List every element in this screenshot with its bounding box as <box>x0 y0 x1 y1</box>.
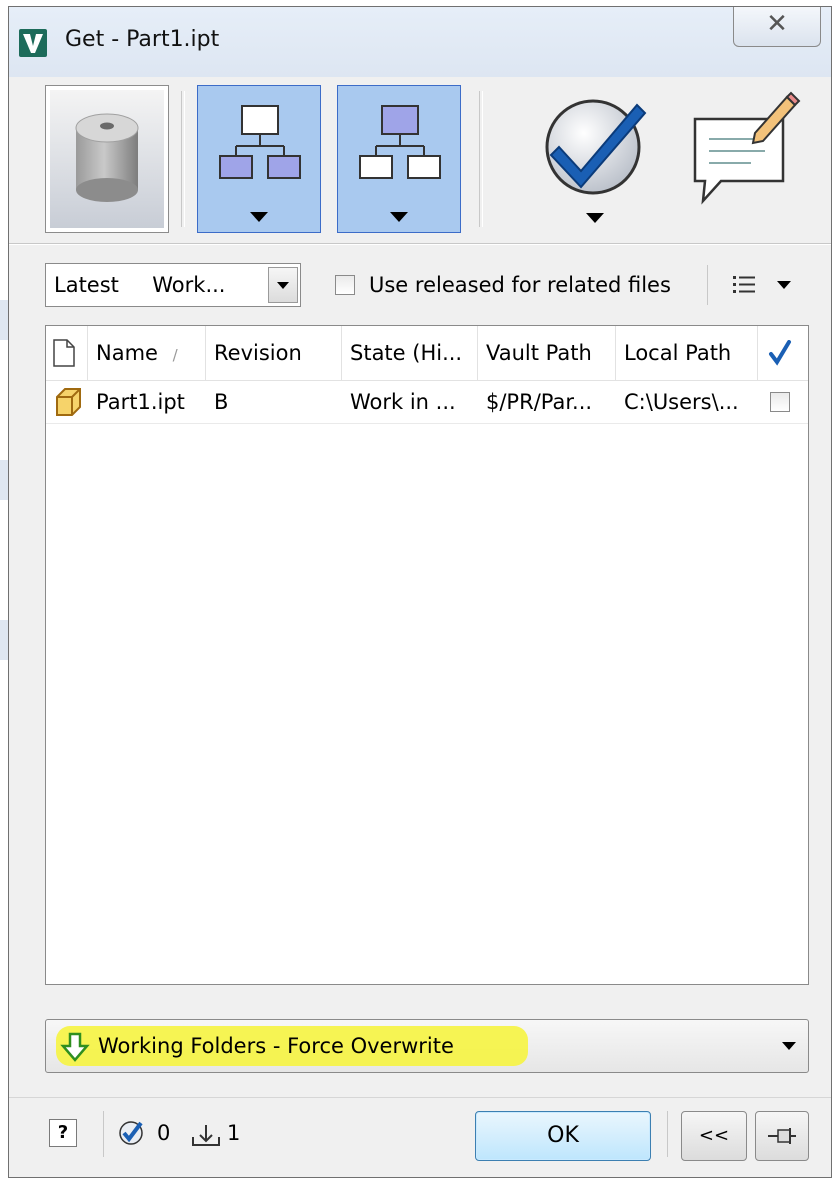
file-grid[interactable]: Name / Revision State (Hi... Vault Path … <box>45 325 809 985</box>
row-local-path: C:\Users\... <box>624 390 739 414</box>
get-action-label: Working Folders - Force Overwrite <box>98 1034 454 1058</box>
download-count-icon <box>192 1125 220 1146</box>
row-name: Part1.ipt <box>96 390 185 414</box>
column-name-label: Name <box>96 341 158 365</box>
include-children-button[interactable] <box>197 85 321 233</box>
pin-button[interactable] <box>755 1111 809 1161</box>
version-dropdown-value: Latest Work... <box>54 273 226 297</box>
footer-divider <box>9 1097 831 1098</box>
title-bar: Get - Part1.ipt ✕ <box>9 7 831 77</box>
row-icon-cell <box>46 381 88 423</box>
grid-header: Name / Revision State (Hi... Vault Path … <box>46 326 808 381</box>
column-revision[interactable]: Revision <box>206 326 342 380</box>
column-name[interactable]: Name / <box>88 326 206 380</box>
row-state: Work in ... <box>350 390 456 414</box>
file-icon <box>53 339 75 367</box>
get-action-dropdown[interactable]: Working Folders - Force Overwrite <box>45 1019 809 1073</box>
row-checkbox[interactable] <box>770 392 790 412</box>
column-checked[interactable] <box>758 326 808 380</box>
download-arrow-icon <box>60 1032 90 1062</box>
checked-count-icon <box>119 1121 143 1145</box>
chevron-down-icon <box>390 212 408 222</box>
window-title: Get - Part1.ipt <box>65 27 220 52</box>
version-dropdown-button[interactable] <box>268 267 298 303</box>
part-icon <box>56 388 81 416</box>
part-thumbnail[interactable] <box>45 85 169 233</box>
column-file-icon[interactable] <box>46 326 88 380</box>
row-vault-path: $/PR/Par... <box>486 390 593 414</box>
toolbar-divider <box>9 243 831 245</box>
version-dropdown[interactable]: Latest Work... <box>45 263 301 307</box>
checked-count: 0 <box>157 1121 171 1145</box>
view-options-button[interactable] <box>727 269 801 301</box>
toolbar-separator <box>479 91 483 227</box>
check-options-button[interactable] <box>533 85 657 233</box>
footer-separator <box>103 1111 104 1157</box>
column-state[interactable]: State (Hi... <box>342 326 478 380</box>
chevron-down-icon <box>586 213 604 223</box>
download-count: 1 <box>227 1121 241 1145</box>
ok-button[interactable]: OK <box>475 1111 651 1161</box>
options-separator <box>707 265 708 305</box>
include-parents-icon <box>359 105 441 179</box>
row-revision: B <box>214 390 229 414</box>
toolbar-separator <box>181 91 185 227</box>
vault-app-icon <box>19 29 47 57</box>
cylinder-part-icon <box>50 90 164 228</box>
list-options-icon <box>733 276 791 293</box>
chevron-down-icon <box>782 1042 796 1050</box>
close-button[interactable]: ✕ <box>733 7 821 47</box>
include-parents-button[interactable] <box>337 85 461 233</box>
include-children-icon <box>219 105 301 179</box>
comment-icon <box>693 91 801 205</box>
footer-separator <box>667 1111 668 1157</box>
chevron-down-icon <box>277 282 289 289</box>
toolbar <box>9 77 831 245</box>
comment-button[interactable] <box>681 85 805 233</box>
help-button[interactable]: ? <box>49 1119 77 1147</box>
use-released-checkbox[interactable] <box>335 275 355 295</box>
close-icon: ✕ <box>766 9 788 39</box>
check-icon <box>545 99 647 195</box>
collapse-button[interactable]: << <box>681 1111 747 1161</box>
checkmark-icon <box>769 340 791 366</box>
use-released-label: Use released for related files <box>369 273 671 297</box>
table-row[interactable]: Part1.ipt B Work in ... $/PR/Par... C:\U… <box>46 381 808 424</box>
column-local-path[interactable]: Local Path <box>616 326 758 380</box>
chevron-down-icon <box>250 212 268 222</box>
sort-indicator-icon: / <box>172 346 178 364</box>
column-vault-path[interactable]: Vault Path <box>478 326 616 380</box>
pin-icon <box>768 1128 796 1144</box>
get-dialog: Get - Part1.ipt ✕ Latest Work... Use rel… <box>8 6 832 1178</box>
